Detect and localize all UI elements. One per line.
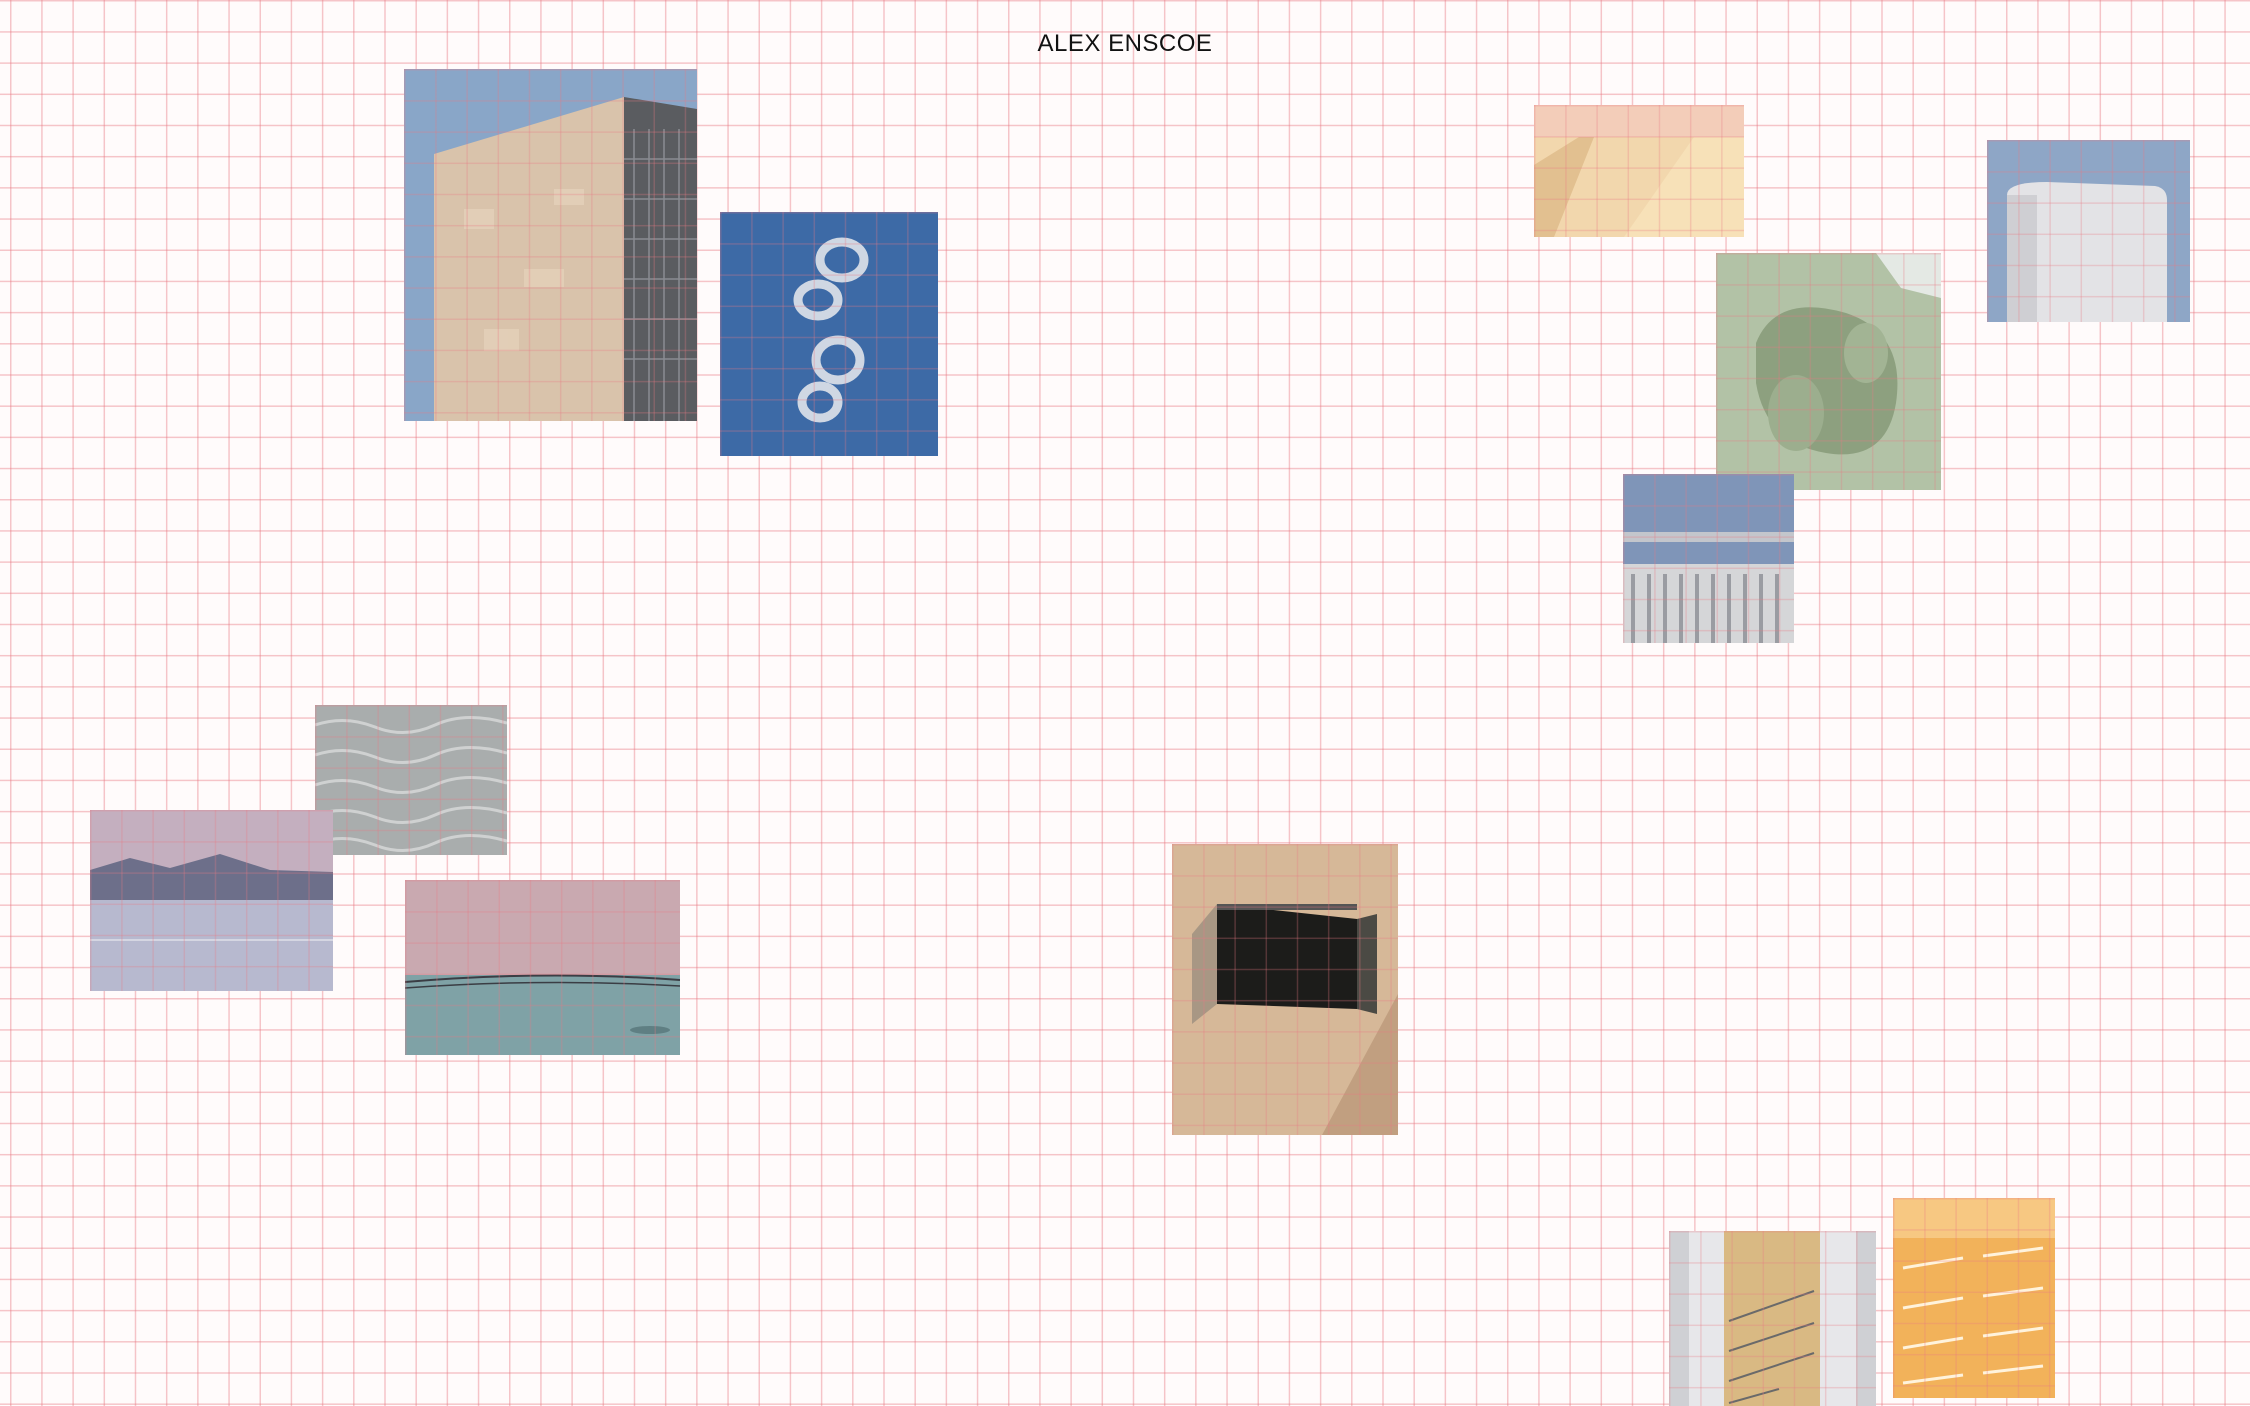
site-title[interactable]: ALEX ENSCOE (0, 30, 2250, 58)
photo-smoke-rings[interactable] (720, 212, 938, 456)
photo-mountain-lake[interactable] (90, 810, 333, 991)
photo-window-shadow[interactable] (1172, 844, 1398, 1135)
photo-yellow-facade[interactable] (1534, 105, 1744, 237)
photo-sea-horizon[interactable] (405, 880, 680, 1055)
photo-railing[interactable] (1623, 474, 1794, 643)
photo-stone-tower[interactable] (404, 69, 697, 421)
photo-water-ripples[interactable] (315, 705, 507, 855)
photo-round-building[interactable] (1987, 140, 2190, 322)
photo-stairwell[interactable] (1669, 1231, 1876, 1406)
photo-orange-ceiling[interactable] (1893, 1198, 2055, 1398)
photo-green-sculpture[interactable] (1716, 253, 1941, 490)
